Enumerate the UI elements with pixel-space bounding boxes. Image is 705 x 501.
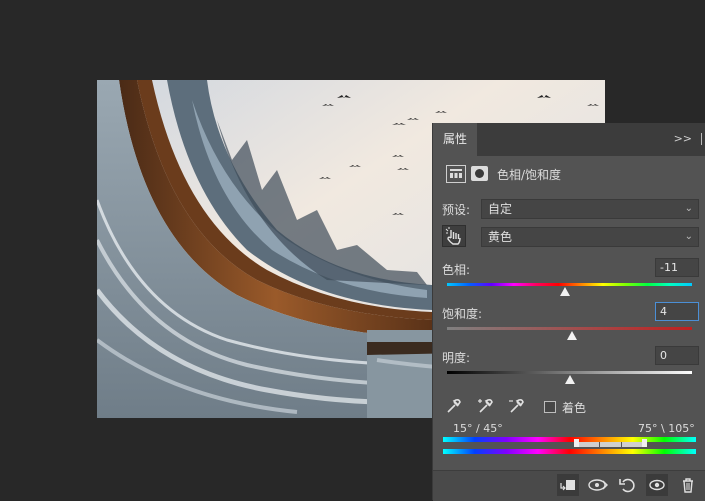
channel-value: 黄色 — [488, 230, 513, 244]
range-right-label: 75° \ 105° — [638, 422, 695, 435]
color-range-bar-bottom — [443, 449, 696, 454]
panel-header: 属性 >> — [433, 123, 705, 156]
hue-label: 色相: — [442, 263, 471, 277]
preset-dropdown[interactable]: 自定 ⌄ — [481, 199, 699, 219]
saturation-label: 饱和度: — [442, 307, 483, 321]
chevron-down-icon: ⌄ — [684, 231, 693, 242]
hue-gradient-track — [447, 283, 692, 286]
panel-menu-icon[interactable] — [701, 133, 702, 145]
saturation-input[interactable]: 4 — [655, 302, 699, 321]
preset-label: 预设: — [442, 203, 471, 217]
range-left-label: 15° / 45° — [453, 422, 503, 435]
range-handle-right[interactable] — [642, 439, 647, 447]
color-range-bar-top[interactable] — [443, 437, 696, 442]
hue-slider-thumb[interactable] — [559, 287, 570, 296]
chevron-down-icon: ⌄ — [684, 203, 693, 214]
saturation-slider-thumb[interactable] — [566, 331, 577, 340]
color-range-bar-middle — [576, 442, 646, 447]
lightness-slider-thumb[interactable] — [564, 375, 575, 384]
preset-value: 自定 — [488, 202, 513, 216]
clip-to-layer-icon[interactable] — [557, 474, 579, 496]
lightness-label: 明度: — [442, 351, 471, 365]
hue-input[interactable]: -11 — [655, 258, 699, 277]
target-hand-icon[interactable] — [442, 225, 466, 247]
mask-icon[interactable] — [471, 166, 488, 181]
eyedropper-plus-icon[interactable] — [477, 397, 495, 418]
range-divider[interactable] — [621, 442, 622, 448]
eyedropper-icon[interactable] — [445, 397, 463, 418]
colorize-label: 着色 — [562, 401, 587, 415]
adjustment-title: 色相/饱和度 — [497, 168, 562, 182]
range-handle-left[interactable] — [574, 439, 579, 447]
visibility-icon[interactable] — [646, 474, 668, 496]
collapse-panel-button[interactable]: >> — [674, 132, 692, 145]
range-divider[interactable] — [599, 442, 600, 448]
lightness-gradient-track — [447, 371, 692, 374]
properties-panel: 属性 >> 色相/饱和度 预设: 自定 ⌄ 黄色 ⌄ 色相: -11 饱和度: — [432, 123, 705, 501]
reset-icon[interactable] — [617, 474, 639, 496]
tab-properties[interactable]: 属性 — [433, 123, 478, 156]
lightness-input[interactable]: 0 — [655, 346, 699, 365]
eyedropper-minus-icon[interactable] — [508, 397, 526, 418]
channel-dropdown[interactable]: 黄色 ⌄ — [481, 227, 699, 247]
colorize-checkbox[interactable] — [544, 401, 556, 413]
adjustment-icon[interactable] — [446, 165, 466, 183]
view-previous-icon[interactable] — [587, 474, 609, 496]
saturation-gradient-track — [447, 327, 692, 330]
trash-icon[interactable] — [677, 474, 699, 496]
